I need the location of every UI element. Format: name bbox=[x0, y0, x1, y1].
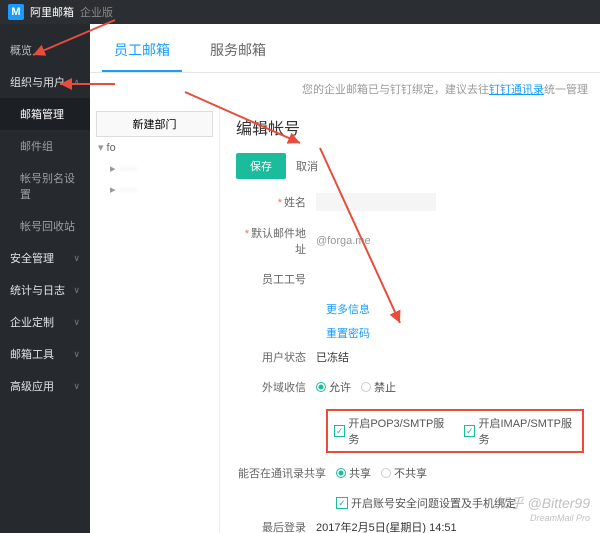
expand-icon: ▸ bbox=[110, 183, 116, 196]
share-label: 能否在通讯录共享 bbox=[236, 465, 336, 481]
chevron-down-icon: ∨ bbox=[73, 381, 80, 392]
sidebar-item-recycle[interactable]: 帐号回收站 bbox=[0, 210, 90, 242]
email-domain: @forga.me bbox=[316, 235, 371, 247]
tree-node-root[interactable]: ▾fo bbox=[96, 137, 213, 158]
lastlogin-label: 最后登录 bbox=[236, 519, 316, 533]
sidebar-item-security[interactable]: 安全管理∨ bbox=[0, 242, 90, 274]
sidebar-item-advanced[interactable]: 高级应用∨ bbox=[0, 370, 90, 402]
check-icon: ✓ bbox=[334, 425, 345, 437]
notice-bar: 您的企业邮箱已与钉钉绑定，建议去往钉钉通讯录统一管理 bbox=[90, 73, 600, 105]
share-yes-radio[interactable]: 共享 bbox=[336, 465, 371, 481]
deny-radio[interactable]: 禁止 bbox=[361, 379, 396, 395]
topbar: M 阿里邮箱 企业版 bbox=[0, 0, 600, 24]
tabs: 员工邮箱 服务邮箱 bbox=[90, 24, 600, 73]
reset-password-link[interactable]: 重置密码 bbox=[326, 328, 370, 340]
sidebar-item-tools[interactable]: 邮箱工具∨ bbox=[0, 338, 90, 370]
tree-node[interactable]: ▸····· bbox=[96, 158, 213, 179]
email-label: *默认邮件地址 bbox=[236, 225, 316, 257]
name-value bbox=[316, 193, 436, 211]
empid-label: 员工工号 bbox=[236, 271, 316, 287]
chevron-down-icon: ∨ bbox=[73, 317, 80, 328]
sidebar-item-org[interactable]: 组织与用户∧ bbox=[0, 66, 90, 98]
chevron-down-icon: ∨ bbox=[73, 349, 80, 360]
chevron-down-icon: ∨ bbox=[73, 253, 80, 264]
share-no-radio[interactable]: 不共享 bbox=[381, 465, 427, 481]
expand-icon: ▸ bbox=[110, 162, 116, 175]
status-value: 已冻结 bbox=[316, 349, 349, 365]
pop3-checkbox[interactable]: ✓开启POP3/SMTP服务 bbox=[334, 415, 448, 447]
name-label: *姓名 bbox=[236, 194, 316, 210]
tab-employee-mail[interactable]: 员工邮箱 bbox=[102, 34, 182, 72]
sidebar: 概览 组织与用户∧ 邮箱管理 邮件组 帐号别名设置 帐号回收站 安全管理∨ 统计… bbox=[0, 24, 90, 533]
imap-checkbox[interactable]: ✓开启IMAP/SMTP服务 bbox=[464, 415, 576, 447]
collapse-icon: ▾ bbox=[98, 141, 104, 154]
check-icon: ✓ bbox=[336, 497, 348, 509]
edit-account-form: 编辑帐号 保存 取消 *姓名 *默认邮件地址 @forga.me 员工工号 bbox=[220, 105, 600, 533]
tab-service-mail[interactable]: 服务邮箱 bbox=[198, 34, 278, 72]
sidebar-item-alias[interactable]: 帐号别名设置 bbox=[0, 162, 90, 210]
dingtalk-link[interactable]: 钉钉通讯录 bbox=[489, 84, 544, 96]
sidebar-item-mailgroup[interactable]: 邮件组 bbox=[0, 130, 90, 162]
sidebar-item-mailbox-mgmt[interactable]: 邮箱管理 bbox=[0, 98, 90, 130]
app-subtitle: 企业版 bbox=[80, 4, 113, 20]
dept-tree: 新建部门 ▾fo ▸····· ▸····· bbox=[90, 105, 220, 533]
sidebar-item-overview[interactable]: 概览 bbox=[0, 34, 90, 66]
status-label: 用户状态 bbox=[236, 349, 316, 365]
sidebar-item-custom[interactable]: 企业定制∨ bbox=[0, 306, 90, 338]
lastlogin-value: 2017年2月5日(星期日) 14:51 bbox=[316, 519, 457, 533]
app-title: 阿里邮箱 bbox=[30, 4, 74, 20]
tree-node[interactable]: ▸····· bbox=[96, 179, 213, 200]
form-title: 编辑帐号 bbox=[236, 115, 584, 139]
allow-radio[interactable]: 允许 bbox=[316, 379, 351, 395]
new-dept-button[interactable]: 新建部门 bbox=[96, 111, 213, 137]
save-button[interactable]: 保存 bbox=[236, 153, 286, 179]
extdomain-label: 外域收信 bbox=[236, 379, 316, 395]
security-checkbox[interactable]: ✓开启账号安全问题设置及手机绑定 bbox=[336, 495, 584, 511]
smtp-services-box: ✓开启POP3/SMTP服务 ✓开启IMAP/SMTP服务 bbox=[326, 409, 584, 453]
more-info-link[interactable]: 更多信息 bbox=[326, 304, 370, 316]
sidebar-item-stats[interactable]: 统计与日志∨ bbox=[0, 274, 90, 306]
cancel-button[interactable]: 取消 bbox=[296, 158, 318, 174]
check-icon: ✓ bbox=[464, 425, 475, 437]
chevron-up-icon: ∧ bbox=[73, 77, 80, 88]
chevron-down-icon: ∨ bbox=[73, 285, 80, 296]
logo-icon: M bbox=[8, 4, 24, 20]
